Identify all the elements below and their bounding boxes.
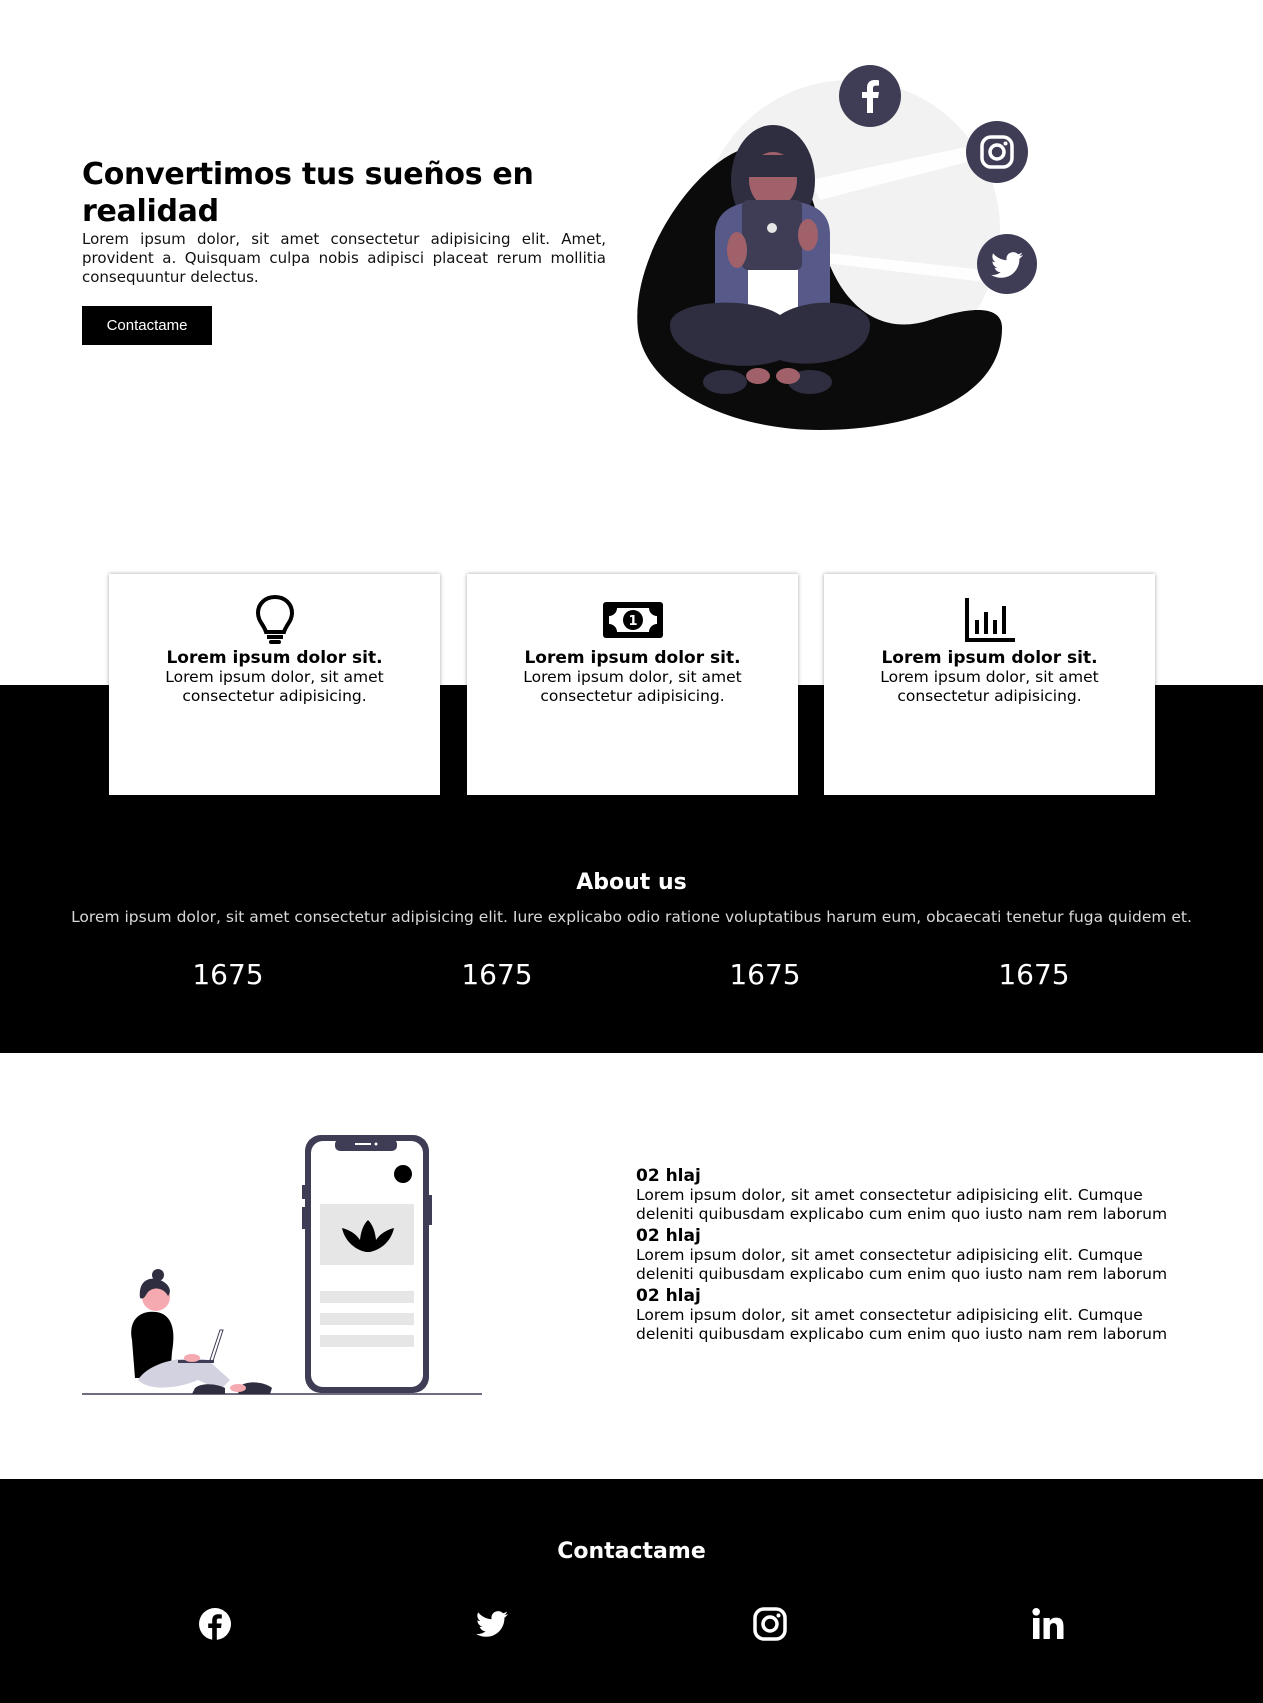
feature-card: 1 Lorem ipsum dolor sit. Lorem ipsum dol… [467, 574, 798, 795]
list-item: 02 hlaj Lorem ipsum dolor, sit amet cons… [636, 1286, 1196, 1344]
about-title: About us [576, 870, 687, 895]
twitter-icon[interactable] [977, 234, 1037, 294]
feature-card: Lorem ipsum dolor sit. Lorem ipsum dolor… [824, 574, 1155, 795]
facebook-icon[interactable] [839, 65, 901, 127]
list-item-title: 02 hlaj [636, 1286, 701, 1306]
facebook-icon[interactable] [197, 1606, 233, 1642]
feature-card: Lorem ipsum dolor sit. Lorem ipsum dolor… [109, 574, 440, 795]
about-description: Lorem ipsum dolor, sit amet consectetur … [71, 908, 1192, 926]
stat-value: 1675 [998, 958, 1070, 991]
list-item: 02 hlaj Lorem ipsum dolor, sit amet cons… [636, 1166, 1196, 1224]
hero-text: Convertimos tus sueños en realidad Lorem… [82, 156, 606, 287]
footer: Contactame [0, 1479, 1263, 1703]
instagram-icon[interactable] [752, 1606, 788, 1642]
card-title: Lorem ipsum dolor sit. [524, 648, 741, 668]
hero-description: Lorem ipsum dolor, sit amet consectetur … [82, 230, 606, 286]
card-description: Lorem ipsum dolor, sit amet consectetur … [165, 668, 384, 705]
hero-title: Convertimos tus sueños en realidad [82, 157, 534, 229]
instagram-icon[interactable] [966, 121, 1028, 183]
money-bill-icon: 1 [602, 602, 663, 638]
hero-section: Convertimos tus sueños en realidad Lorem… [0, 0, 1263, 560]
linkedin-icon[interactable] [1030, 1606, 1066, 1642]
feature-list: 02 hlaj Lorem ipsum dolor, sit amet cons… [636, 1166, 1196, 1346]
stat-value: 1675 [192, 958, 264, 991]
list-item-description: Lorem ipsum dolor, sit amet consectetur … [636, 1186, 1168, 1223]
card-description: Lorem ipsum dolor, sit amet consectetur … [523, 668, 742, 705]
twitter-icon[interactable] [474, 1606, 510, 1642]
contact-button[interactable]: Contactame [82, 306, 212, 345]
svg-text:1: 1 [628, 614, 637, 629]
card-description: Lorem ipsum dolor, sit amet consectetur … [880, 668, 1099, 705]
phone-illustration [82, 1135, 482, 1395]
list-item-title: 02 hlaj [636, 1226, 701, 1246]
bar-chart-icon [964, 598, 1015, 642]
footer-title: Contactame [557, 1539, 706, 1564]
list-item-description: Lorem ipsum dolor, sit amet consectetur … [636, 1246, 1168, 1283]
card-title: Lorem ipsum dolor sit. [881, 648, 1098, 668]
list-item: 02 hlaj Lorem ipsum dolor, sit amet cons… [636, 1226, 1196, 1284]
stat-value: 1675 [729, 958, 801, 991]
card-title: Lorem ipsum dolor sit. [166, 648, 383, 668]
list-item-description: Lorem ipsum dolor, sit amet consectetur … [636, 1306, 1168, 1343]
stat-value: 1675 [461, 958, 533, 991]
lightbulb-icon [255, 594, 294, 644]
list-item-title: 02 hlaj [636, 1166, 701, 1186]
